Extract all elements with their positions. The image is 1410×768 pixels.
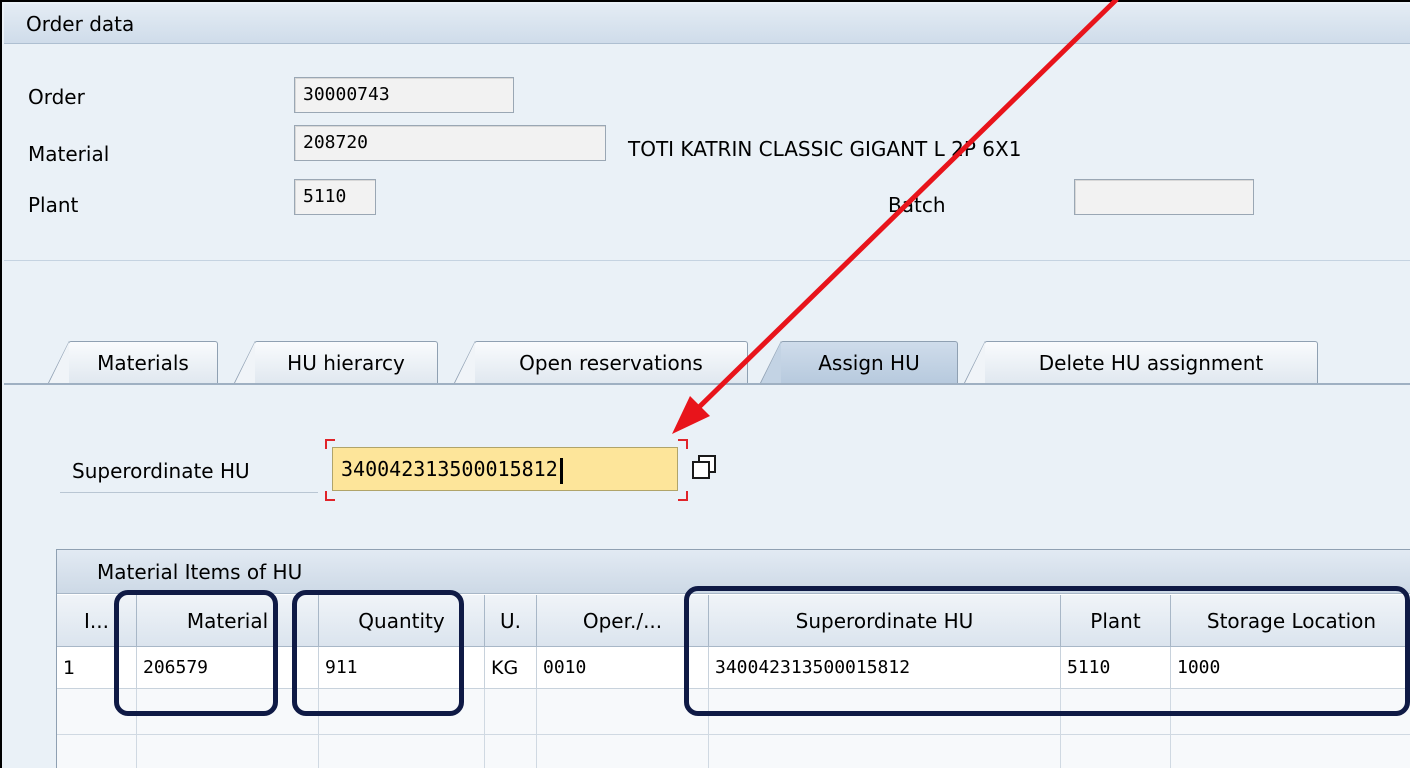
cell-storage-location[interactable]: 1000 [1171, 647, 1410, 689]
tab-delete-hu-assignment-label: Delete HU assignment [1038, 351, 1264, 375]
empty-cell[interactable] [1061, 689, 1171, 735]
column-header-superordinate-hu[interactable]: Superordinate HU [709, 595, 1061, 647]
order-data-area: Order 30000743 Material 208720 TOTI KATR… [4, 45, 1410, 261]
plant-label: Plant [28, 193, 79, 217]
tab-assign-hu-label: Assign HU [818, 351, 920, 375]
empty-cell[interactable] [57, 689, 137, 735]
order-label: Order [28, 85, 85, 109]
text-caret [559, 457, 563, 484]
tab-delete-hu-assignment[interactable]: Delete HU assignment [963, 341, 1318, 385]
superordinate-hu-label-text: Superordinate HU [72, 459, 250, 483]
column-header-plant[interactable]: Plant [1061, 595, 1171, 647]
cell-quantity[interactable]: 911 [319, 647, 485, 689]
empty-cell[interactable] [485, 735, 537, 768]
column-header-unit[interactable]: U. [485, 595, 537, 647]
table-title: Material Items of HU [57, 550, 1410, 594]
empty-cell[interactable] [319, 735, 485, 768]
empty-cell[interactable] [485, 689, 537, 735]
superordinate-hu-value: 340042313500015812 [341, 457, 558, 481]
tab-divider [4, 383, 1410, 385]
column-header-item[interactable]: I... [57, 595, 137, 647]
column-header-quantity[interactable]: Quantity [319, 595, 485, 647]
material-label: Material [28, 142, 110, 166]
tab-hu-hierarcy-label: HU hierarcy [287, 351, 405, 375]
plant-field[interactable]: 5110 [294, 179, 376, 215]
cell-item[interactable]: 1 [57, 647, 137, 689]
material-items-table: Material Items of HU I... Material Quant… [56, 549, 1410, 768]
cell-operation[interactable]: 0010 [537, 647, 709, 689]
tab-open-reservations[interactable]: Open reservations [453, 341, 748, 385]
empty-cell[interactable] [709, 735, 1061, 768]
empty-cell[interactable] [1061, 735, 1171, 768]
tab-hu-hierarcy[interactable]: HU hierarcy [233, 341, 438, 385]
tab-assign-hu[interactable]: Assign HU [759, 341, 958, 385]
focus-corner-br [678, 491, 688, 501]
order-data-header: Order data [4, 4, 1410, 44]
superordinate-hu-label: Superordinate HU [60, 451, 318, 493]
batch-label: Batch [888, 193, 946, 217]
column-header-material[interactable]: Material [137, 595, 319, 647]
tab-open-reservations-label: Open reservations [519, 351, 703, 375]
focus-corner-tr [678, 439, 688, 449]
tab-materials[interactable]: Materials [47, 341, 218, 385]
column-header-storage-location[interactable]: Storage Location [1171, 595, 1410, 647]
batch-field[interactable] [1074, 179, 1254, 215]
empty-cell[interactable] [137, 735, 319, 768]
order-data-title: Order data [26, 12, 135, 36]
cell-material[interactable]: 206579 [137, 647, 319, 689]
superordinate-hu-input[interactable]: 340042313500015812 [332, 447, 678, 491]
empty-cell[interactable] [57, 735, 137, 768]
tab-materials-label: Materials [97, 351, 189, 375]
cell-plant[interactable]: 5110 [1061, 647, 1171, 689]
material-field[interactable]: 208720 [294, 125, 606, 161]
empty-cell[interactable] [537, 689, 709, 735]
focus-corner-bl [325, 491, 335, 501]
focus-corner-tl [325, 439, 335, 449]
empty-cell[interactable] [1171, 689, 1410, 735]
column-header-operation[interactable]: Oper./... [537, 595, 709, 647]
empty-cell[interactable] [537, 735, 709, 768]
cell-unit[interactable]: KG [485, 647, 537, 689]
order-field[interactable]: 30000743 [294, 77, 514, 113]
search-help-icon[interactable] [688, 451, 722, 485]
sap-window: Order data Order 30000743 Material 20872… [0, 0, 1410, 768]
material-description: TOTI KATRIN CLASSIC GIGANT L 2P 6X1 [628, 137, 1022, 161]
empty-cell[interactable] [1171, 735, 1410, 768]
empty-cell[interactable] [319, 689, 485, 735]
empty-cell[interactable] [709, 689, 1061, 735]
cell-superordinate-hu[interactable]: 340042313500015812 [709, 647, 1061, 689]
empty-cell[interactable] [137, 689, 319, 735]
tab-area: Materials HU hierarcy Open reservations … [4, 261, 1410, 768]
